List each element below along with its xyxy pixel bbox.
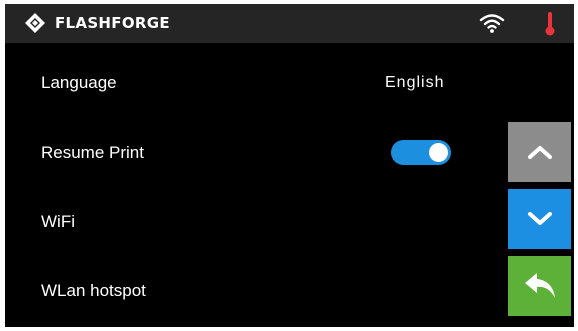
wlan-hotspot-label: WLan hotspot <box>41 281 146 300</box>
settings-row-language[interactable]: Language English <box>5 48 505 117</box>
settings-row-wlan-hotspot[interactable]: WLan hotspot <box>5 256 505 325</box>
printer-screen: FLASHFORGE Language English Resume Print… <box>5 4 574 327</box>
chevron-down-icon <box>527 212 552 225</box>
settings-row-wifi[interactable]: WiFi <box>5 187 505 256</box>
brand: FLASHFORGE <box>24 12 170 34</box>
scroll-up-button[interactable] <box>508 122 571 182</box>
settings-row-resume-print: Resume Print <box>5 118 505 187</box>
back-button[interactable] <box>508 256 571 316</box>
resume-print-label: Resume Print <box>41 143 144 162</box>
language-label: Language <box>41 73 117 92</box>
chevron-up-icon <box>527 146 552 159</box>
thermometer-icon <box>545 12 555 36</box>
scroll-down-button[interactable] <box>508 189 571 249</box>
wifi-icon[interactable] <box>479 12 505 34</box>
brand-name: FLASHFORGE <box>55 14 170 32</box>
flashforge-logo-icon <box>25 13 45 33</box>
toggle-knob <box>429 143 448 162</box>
resume-print-toggle[interactable] <box>391 140 451 165</box>
wifi-label: WiFi <box>41 212 75 231</box>
back-arrow-icon <box>524 273 555 298</box>
language-value[interactable]: English <box>385 48 444 117</box>
top-bar: FLASHFORGE <box>5 4 574 43</box>
